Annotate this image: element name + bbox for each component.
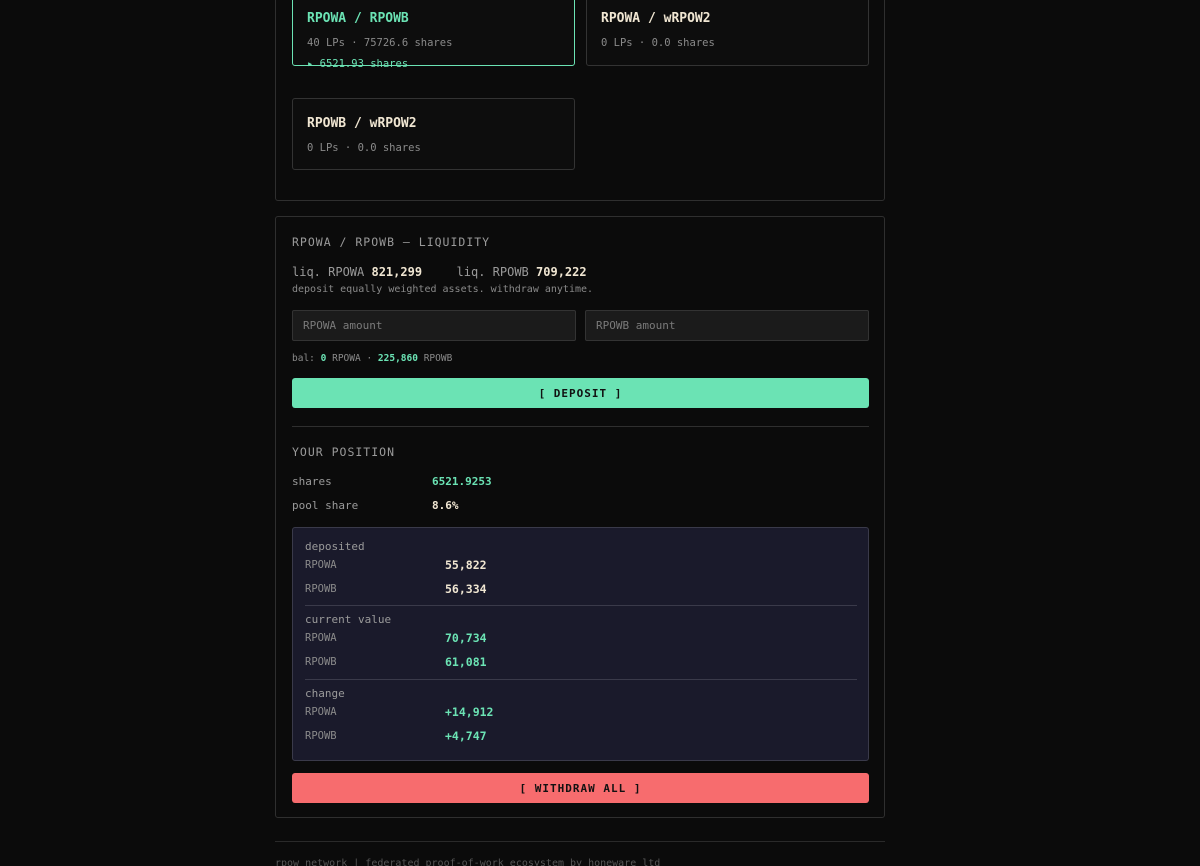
asset-value: +4,747 (445, 729, 487, 743)
pool-card-rpowa-wrpow2[interactable]: RPOWA / wRPOW2 0 LPs · 0.0 shares (586, 0, 869, 66)
pool-card-rpowb-wrpow2[interactable]: RPOWB / wRPOW2 0 LPs · 0.0 shares (292, 98, 575, 170)
current-value-label: current value (305, 613, 392, 626)
asset-label: RPOWB (305, 656, 337, 668)
asset-value: +14,912 (445, 705, 494, 719)
liquidity-note: deposit equally weighted assets. withdra… (292, 284, 594, 295)
pool-title: RPOWB / wRPOW2 (307, 116, 417, 131)
deposited-row-b: RPOWB 56,334 (305, 577, 857, 601)
position-heading: YOUR POSITION (292, 445, 396, 459)
balance-line: bal: 0 RPOWA · 225,860 RPOWB (292, 353, 452, 364)
deposited-section: deposited RPOWA 55,822 RPOWB 56,334 (305, 540, 857, 601)
asset-value: 56,334 (445, 582, 487, 596)
liq-a-value: 821,299 (371, 265, 423, 279)
current-value-section: current value RPOWA 70,734 RPOWB 61,081 (305, 613, 857, 674)
shares-value: 6521.9253 (432, 475, 492, 488)
current-row-a: RPOWA 70,734 (305, 626, 857, 650)
details-divider (305, 605, 857, 606)
balance-separator: · (366, 353, 373, 364)
asset-label: RPOWA (305, 559, 337, 571)
liq-b-value: 709,222 (536, 265, 587, 279)
rpowa-amount-input[interactable] (292, 310, 576, 341)
current-row-b: RPOWB 61,081 (305, 650, 857, 674)
shares-label: shares (292, 475, 332, 488)
asset-label: RPOWA (305, 632, 337, 644)
change-row-a: RPOWA +14,912 (305, 700, 857, 724)
asset-label: RPOWA (305, 706, 337, 718)
balance-a-unit: RPOWA (332, 353, 361, 364)
shares-row: shares 6521.9253 (292, 475, 492, 488)
asset-label: RPOWB (305, 583, 337, 595)
change-label: change (305, 687, 345, 700)
pool-title: RPOWA / wRPOW2 (601, 11, 711, 26)
pool-my-shares: ▸ 6521.93 shares (307, 58, 409, 70)
footer-text: rpow network | federated proof-of-work e… (275, 858, 661, 866)
asset-label: RPOWB (305, 730, 337, 742)
change-section: change RPOWA +14,912 RPOWB +4,747 (305, 687, 857, 748)
balance-b-unit: RPOWB (423, 353, 453, 364)
divider (292, 426, 869, 427)
pools-panel: RPOWA / RPOWB 40 LPs · 75726.6 shares ▸ … (275, 0, 885, 201)
liquidity-stats: liq. RPOWA 821,299 liq. RPOWB 709,222 (292, 265, 587, 279)
pool-share-label: pool share (292, 499, 359, 512)
change-row-b: RPOWB +4,747 (305, 724, 857, 748)
pool-card-rpowa-rpowb[interactable]: RPOWA / RPOWB 40 LPs · 75726.6 shares ▸ … (292, 0, 575, 70)
balance-b-value: 225,860 (377, 353, 418, 364)
deposited-label: deposited (305, 540, 365, 553)
rpowb-amount-input[interactable] (585, 310, 869, 341)
pool-title: RPOWA / RPOWB (307, 11, 409, 26)
balance-a-value: 0 (320, 353, 327, 364)
asset-value: 70,734 (445, 631, 487, 645)
details-divider (305, 679, 857, 680)
pool-meta: 0 LPs · 0.0 shares (601, 37, 715, 49)
pool-meta: 0 LPs · 0.0 shares (307, 142, 421, 154)
asset-value: 61,081 (445, 655, 487, 669)
pool-share-value: 8.6% (432, 499, 459, 512)
position-details: deposited RPOWA 55,822 RPOWB 56,334 curr… (292, 527, 869, 761)
pool-share-row: pool share 8.6% (292, 499, 459, 512)
asset-value: 55,822 (445, 558, 487, 572)
liquidity-heading: RPOWA / RPOWB — LIQUIDITY (292, 235, 491, 249)
liq-a-label: liq. RPOWA (292, 265, 365, 279)
deposited-row-a: RPOWA 55,822 (305, 553, 857, 577)
balance-label: bal: (292, 353, 315, 364)
withdraw-all-button[interactable]: [ WITHDRAW ALL ] (292, 773, 869, 803)
footer-divider (275, 841, 885, 842)
deposit-button[interactable]: [ DEPOSIT ] (292, 378, 869, 408)
liq-b-label: liq. RPOWB (456, 265, 529, 279)
liquidity-panel: RPOWA / RPOWB — LIQUIDITY liq. RPOWA 821… (275, 216, 885, 818)
pool-meta: 40 LPs · 75726.6 shares (307, 37, 453, 49)
